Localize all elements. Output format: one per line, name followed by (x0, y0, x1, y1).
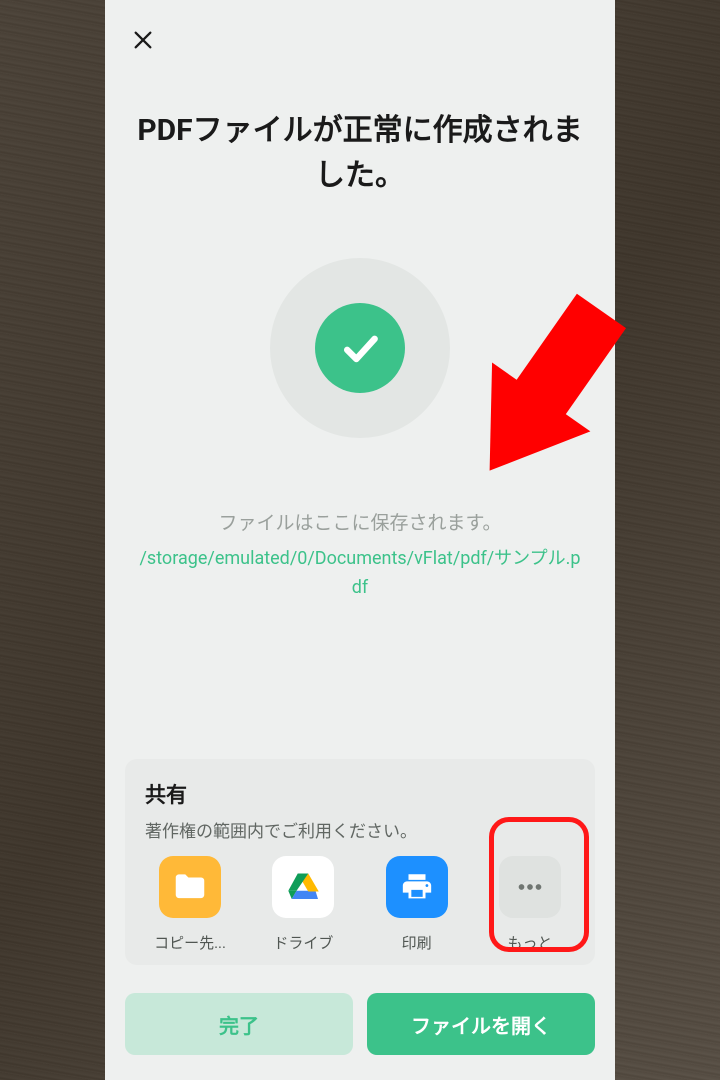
share-item-label: ドライブ (273, 932, 333, 953)
folder-icon (159, 856, 221, 918)
share-item-label: もっと (507, 932, 552, 953)
share-item-more[interactable]: もっと (485, 856, 575, 953)
share-item-drive[interactable]: ドライブ (258, 856, 348, 953)
success-modal: PDFファイルが正常に作成されました。 ファイルはここに保存されます。 /sto… (105, 0, 615, 1080)
more-icon (499, 856, 561, 918)
print-icon (386, 856, 448, 918)
share-icons-row: コピー先... ドライブ (145, 856, 575, 953)
open-file-button[interactable]: ファイルを開く (367, 993, 595, 1055)
file-path-link[interactable]: /storage/emulated/0/Documents/vFlat/pdf/… (105, 545, 615, 603)
success-indicator-outer (270, 258, 450, 438)
modal-title: PDFファイルが正常に作成されました。 (105, 108, 615, 198)
share-item-print[interactable]: 印刷 (372, 856, 462, 953)
share-subtitle: 著作権の範囲内でご利用ください。 (145, 817, 575, 842)
bottom-buttons: 完了 ファイルを開く (125, 993, 595, 1055)
drive-icon (272, 856, 334, 918)
share-section: 共有 著作権の範囲内でご利用ください。 コピー先... (125, 759, 595, 965)
saved-location-label: ファイルはここに保存されます。 (105, 508, 615, 535)
share-title: 共有 (145, 779, 575, 809)
checkmark-icon (338, 326, 382, 370)
share-item-label: コピー先... (154, 932, 226, 953)
done-button[interactable]: 完了 (125, 993, 353, 1055)
close-icon (132, 29, 154, 51)
success-indicator (315, 303, 405, 393)
close-button[interactable] (127, 24, 159, 56)
share-item-label: 印刷 (402, 932, 432, 953)
share-item-copy[interactable]: コピー先... (145, 856, 235, 953)
